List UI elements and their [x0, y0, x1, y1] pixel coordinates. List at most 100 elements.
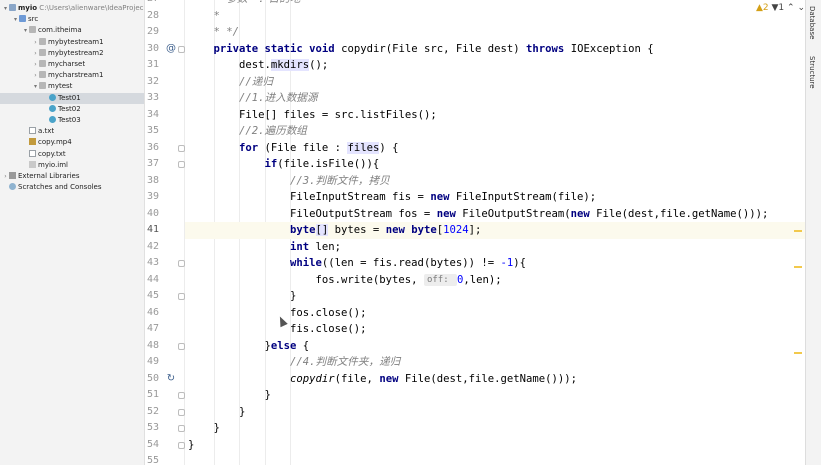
tree-item-copy-txt[interactable]: copy.txt	[0, 149, 144, 160]
code-line[interactable]: }	[185, 387, 805, 404]
line-number[interactable]: 45	[145, 288, 159, 305]
code-line[interactable]: }	[185, 404, 805, 421]
line-number[interactable]: 38	[145, 173, 159, 190]
fold-marker-icon[interactable]	[178, 408, 185, 416]
tree-item-mybytestream2[interactable]: › mybytestream2	[0, 48, 144, 59]
scrollbar-marker[interactable]	[794, 266, 802, 268]
code-line[interactable]: }else {	[185, 338, 805, 355]
code-line[interactable]: //1.进入数据源	[185, 90, 805, 107]
code-line[interactable]: }	[185, 420, 805, 437]
line-number[interactable]: 40	[145, 206, 159, 223]
code-line[interactable]: //递归	[185, 74, 805, 91]
line-number[interactable]: 53	[145, 420, 159, 437]
line-number[interactable]: 37	[145, 156, 159, 173]
line-number[interactable]: 33	[145, 90, 159, 107]
line-number[interactable]: 42	[145, 239, 159, 256]
chevron-right-icon[interactable]: ›	[32, 37, 39, 48]
line-number[interactable]: 46	[145, 305, 159, 322]
line-number[interactable]: 52	[145, 404, 159, 421]
line-number[interactable]: 39	[145, 189, 159, 206]
line-number[interactable]: 43	[145, 255, 159, 272]
tool-tab-structure[interactable]: Structure	[808, 56, 816, 89]
annotation-gutter-icon[interactable]: @	[165, 41, 177, 58]
code-line[interactable]: //4.判断文件夹，递归	[185, 354, 805, 371]
line-number[interactable]: 41	[145, 222, 159, 239]
code-line[interactable]: copydir(file, new File(dest,file.getName…	[185, 371, 805, 388]
code-line[interactable]: dest.mkdirs();	[185, 57, 805, 74]
code-line[interactable]: //2.遍历数组	[185, 123, 805, 140]
chevron-right-icon[interactable]: ›	[32, 59, 39, 70]
tree-item-myio[interactable]: ▾ myio C:\Users\alienware\IdeaProjec	[0, 3, 144, 14]
tree-item-com-itheima[interactable]: ▾ com.itheima	[0, 25, 144, 36]
fold-marker-icon[interactable]	[178, 392, 185, 399]
line-number[interactable]: 29	[145, 24, 159, 41]
code-line[interactable]: for (File file : files) {	[185, 140, 805, 157]
fold-marker-icon[interactable]	[178, 144, 185, 152]
line-number[interactable]: 27	[145, 0, 159, 8]
line-number[interactable]: 36	[145, 140, 159, 157]
line-number[interactable]: 35	[145, 123, 159, 140]
chevron-right-icon[interactable]: ›	[32, 70, 39, 81]
fold-marker-icon[interactable]	[178, 260, 185, 267]
code-line[interactable]	[185, 453, 805, 465]
fold-marker-icon[interactable]	[178, 293, 185, 300]
line-number[interactable]: 49	[145, 354, 159, 371]
chevron-down-icon[interactable]: ▾	[12, 14, 19, 25]
code-line[interactable]: byte[] bytes = new byte[1024];	[185, 222, 805, 239]
tree-item-mybytestream1[interactable]: › mybytestream1	[0, 37, 144, 48]
tree-item-a-txt[interactable]: a.txt	[0, 126, 144, 137]
code-line[interactable]: if(file.isFile()){	[185, 156, 805, 173]
line-number[interactable]: 47	[145, 321, 159, 338]
code-line[interactable]: }	[185, 437, 805, 454]
tree-item-mytest[interactable]: ▾ mytest	[0, 81, 144, 92]
line-number[interactable]: 30	[145, 41, 159, 58]
fold-marker-icon[interactable]	[178, 161, 185, 168]
tree-item-myio-iml[interactable]: myio.iml	[0, 160, 144, 171]
line-number[interactable]: 55	[145, 453, 159, 465]
chevron-down-icon[interactable]: ▾	[32, 81, 39, 92]
code-line[interactable]: while((len = fis.read(bytes)) != -1){	[185, 255, 805, 272]
chevron-right-icon[interactable]: ›	[32, 48, 39, 59]
code-line[interactable]: //3.判断文件，拷贝	[185, 173, 805, 190]
tool-tab-database[interactable]: Database	[808, 6, 816, 39]
code-line[interactable]: * 参数一：目的地	[185, 0, 805, 8]
tree-item-mycharset[interactable]: › mycharset	[0, 59, 144, 70]
code-line[interactable]: }	[185, 288, 805, 305]
tree-item-test01[interactable]: Test01	[0, 92, 144, 104]
code-line[interactable]: private static void copydir(File src, Fi…	[185, 41, 805, 58]
code-line[interactable]: FileInputStream fis = new FileInputStrea…	[185, 189, 805, 206]
tree-item-external-libraries[interactable]: › External Libraries	[0, 171, 144, 182]
tree-item-scratches-and-consoles[interactable]: Scratches and Consoles	[0, 182, 144, 193]
line-number[interactable]: 48	[145, 338, 159, 355]
chevron-down-icon[interactable]: ▾	[2, 3, 9, 14]
fold-marker-icon[interactable]	[178, 425, 185, 432]
tree-item-test03[interactable]: Test03	[0, 115, 144, 126]
line-number[interactable]: 44	[145, 272, 159, 289]
line-number[interactable]: 50	[145, 371, 159, 388]
tree-item-mycharstream1[interactable]: › mycharstream1	[0, 70, 144, 81]
tree-item-test02[interactable]: Test02	[0, 104, 144, 115]
fold-marker-icon[interactable]	[178, 45, 185, 53]
chevron-right-icon[interactable]: ›	[2, 171, 9, 182]
chevron-down-icon[interactable]: ▾	[22, 25, 29, 36]
tree-item-src[interactable]: ▾ src	[0, 14, 144, 25]
line-number[interactable]: 31	[145, 57, 159, 74]
line-number[interactable]: 54	[145, 437, 159, 454]
code-line[interactable]: *	[185, 8, 805, 25]
line-number[interactable]: 28	[145, 8, 159, 25]
scrollbar-marker[interactable]	[794, 352, 802, 354]
code-editor[interactable]: ▲2 ▼1 ⌃ ⌄ * 参数一：目的地** */private static v…	[185, 0, 805, 465]
recursive-call-icon[interactable]: ↻	[165, 371, 177, 388]
line-number[interactable]: 34	[145, 107, 159, 124]
line-number[interactable]: 32	[145, 74, 159, 91]
line-number[interactable]: 51	[145, 387, 159, 404]
code-line[interactable]: FileOutputStream fos = new FileOutputStr…	[185, 206, 805, 223]
code-line[interactable]: * */	[185, 24, 805, 41]
code-line[interactable]: fos.write(bytes, off: 0,len);	[185, 272, 805, 289]
fold-marker-icon[interactable]	[178, 441, 185, 449]
fold-marker-icon[interactable]	[178, 342, 185, 350]
scrollbar-marker[interactable]	[794, 230, 802, 232]
tree-item-copy-mp4[interactable]: copy.mp4	[0, 137, 144, 148]
code-line[interactable]: File[] files = src.listFiles();	[185, 107, 805, 124]
code-line[interactable]: int len;	[185, 239, 805, 256]
